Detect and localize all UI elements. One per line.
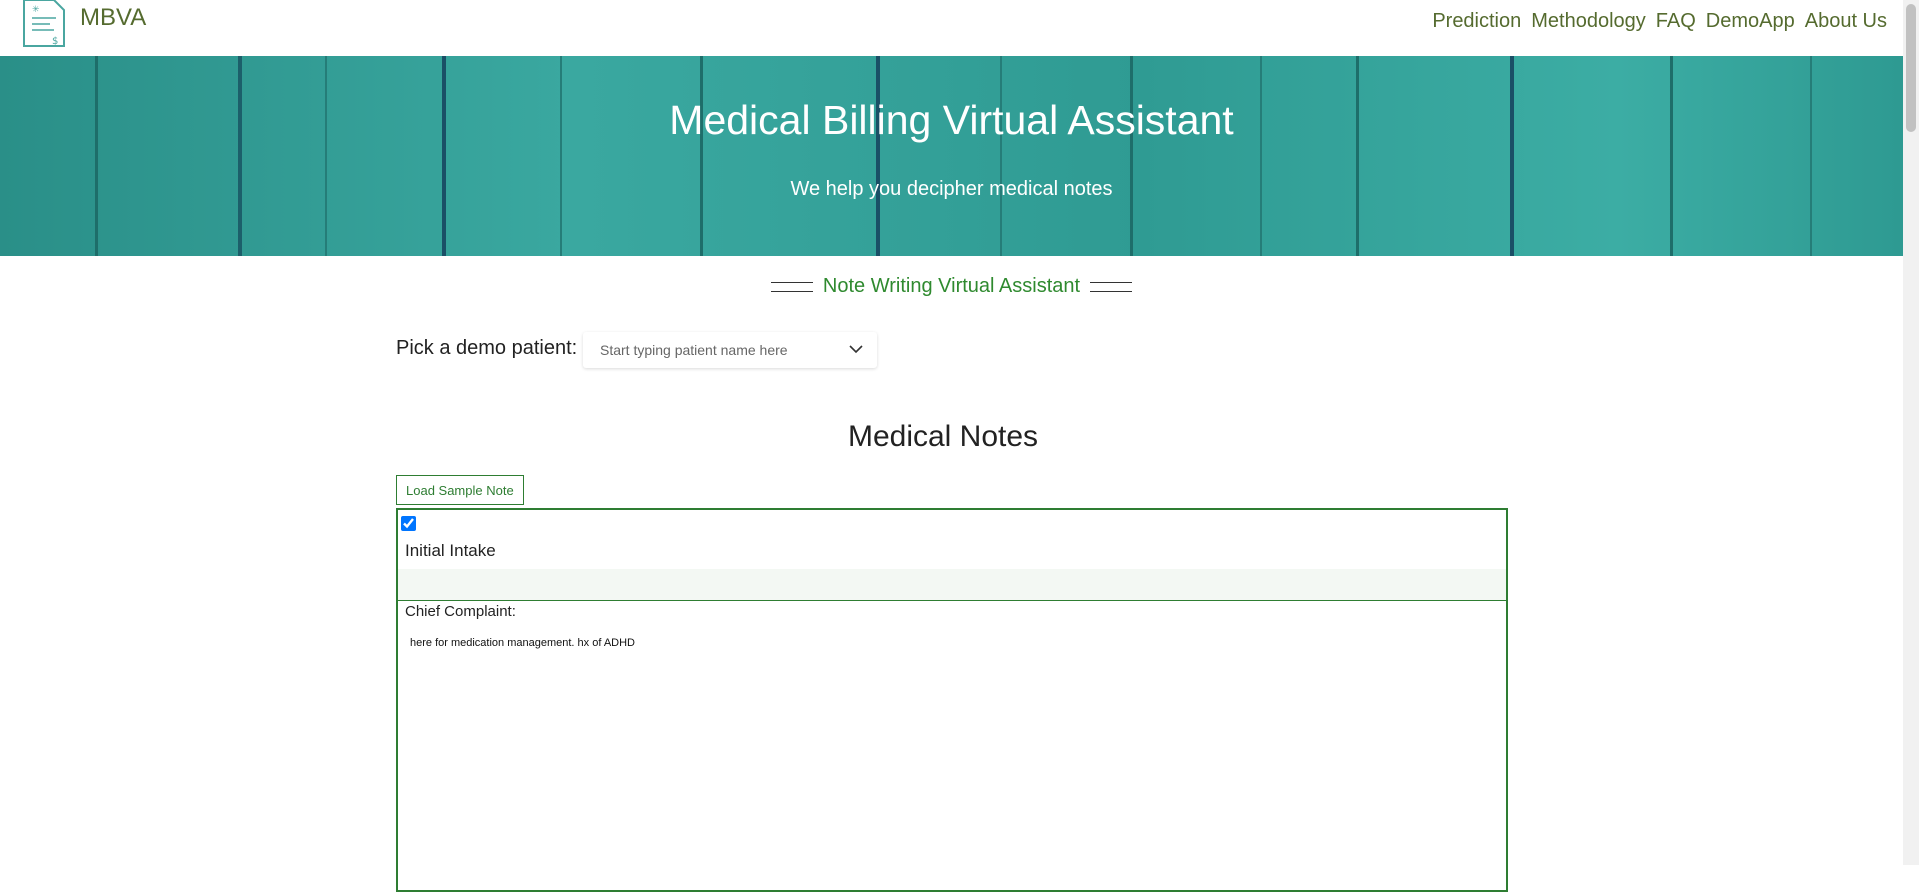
hero-plank-line <box>1260 56 1262 256</box>
nav-link-demoapp[interactable]: DemoApp <box>1706 10 1795 33</box>
nav-link-methodology[interactable]: Methodology <box>1531 10 1646 33</box>
hero-plank-line <box>325 56 327 256</box>
hero-plank-line <box>442 56 446 256</box>
chevron-down-icon[interactable] <box>847 340 865 358</box>
chief-complaint-label: Chief Complaint: <box>405 603 516 620</box>
hero-plank-line <box>1000 56 1002 256</box>
double-line-right <box>1090 281 1133 292</box>
hero-plank-line <box>1510 56 1514 256</box>
nav-links: Prediction Methodology FAQ DemoApp About… <box>1432 10 1887 33</box>
hero-plank-line <box>1130 56 1133 256</box>
patient-select[interactable]: Start typing patient name here <box>583 332 877 368</box>
scrollbar-thumb[interactable] <box>1906 4 1916 132</box>
note-section-header-band <box>398 569 1506 601</box>
brand-name[interactable]: MBVA <box>80 4 146 32</box>
svg-text:✳: ✳ <box>32 5 40 15</box>
medical-document-icon[interactable]: ✳ $ <box>20 0 66 48</box>
hero-plank-line <box>560 56 562 256</box>
chief-complaint-text[interactable]: here for medication management. hx of AD… <box>410 637 635 649</box>
note-editor: Initial Intake Chief Complaint: here for… <box>396 508 1508 892</box>
load-sample-note-button[interactable]: Load Sample Note <box>396 475 524 505</box>
hero-subtitle: We help you decipher medical notes <box>790 178 1113 200</box>
hero-plank-line <box>238 56 242 256</box>
hero-plank-line <box>1670 56 1673 256</box>
nav-link-faq[interactable]: FAQ <box>1656 10 1696 33</box>
hero-plank-line <box>95 56 98 256</box>
pick-patient-label: Pick a demo patient: <box>396 337 578 359</box>
hero-plank-line <box>1356 56 1359 256</box>
hero-plank-line <box>876 56 880 256</box>
patient-select-placeholder: Start typing patient name here <box>600 342 788 358</box>
section-heading: Note Writing Virtual Assistant <box>0 275 1903 298</box>
hero-plank-line <box>1810 56 1812 256</box>
hero-background <box>0 56 1903 256</box>
hero-banner: Medical Billing Virtual Assistant We hel… <box>0 56 1903 256</box>
note-section-checkbox[interactable] <box>401 516 416 531</box>
nav-link-about-us[interactable]: About Us <box>1805 10 1887 33</box>
medical-notes-title: Medical Notes <box>847 420 1039 453</box>
note-type-label: Initial Intake <box>405 541 496 560</box>
hero-title: Medical Billing Virtual Assistant <box>669 97 1234 143</box>
nav-link-prediction[interactable]: Prediction <box>1432 10 1521 33</box>
double-line-left <box>770 281 813 292</box>
section-heading-text: Note Writing Virtual Assistant <box>822 275 1081 297</box>
page-scrollbar[interactable] <box>1903 0 1919 865</box>
svg-text:$: $ <box>52 36 58 47</box>
navbar: ✳ $ MBVA Prediction Methodology FAQ Demo… <box>0 0 1903 56</box>
hero-plank-line <box>700 56 703 256</box>
